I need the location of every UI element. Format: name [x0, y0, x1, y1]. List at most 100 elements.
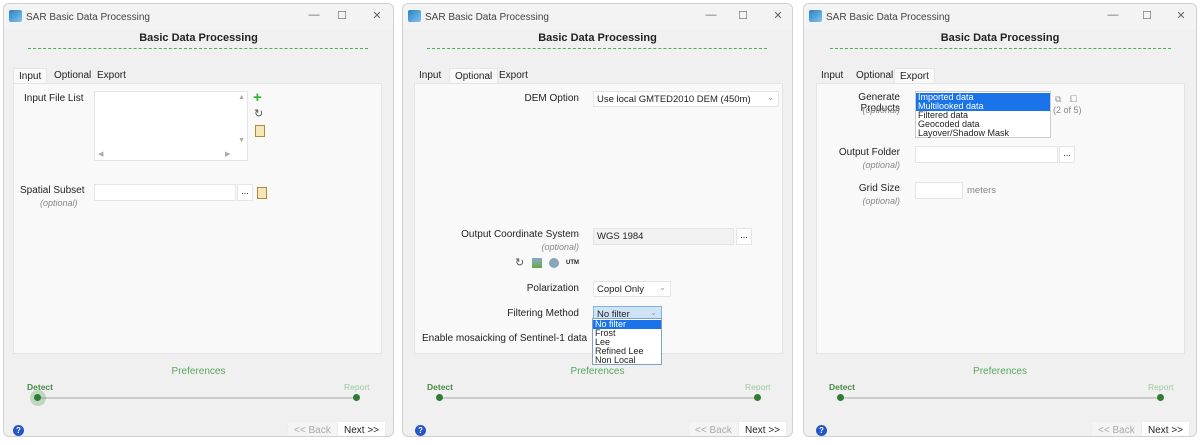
maximize-button[interactable]: ☐ [332, 9, 352, 22]
browse-button[interactable]: ... [736, 228, 752, 245]
spatial-subset-input[interactable] [94, 184, 236, 201]
utm-button[interactable]: UTM [566, 260, 579, 266]
step-report-dot[interactable] [353, 394, 360, 401]
clipboard-icon[interactable] [255, 125, 265, 137]
page-title: Basic Data Processing [139, 32, 258, 44]
step-report-dot[interactable] [754, 394, 761, 401]
back-button[interactable]: << Back [287, 421, 338, 436]
preferences-link[interactable]: Preferences [4, 366, 393, 377]
input-file-list[interactable]: ▲ ▼ ◀ ▶ [94, 91, 248, 161]
map-icon[interactable] [532, 258, 542, 268]
optional-hint: (optional) [862, 196, 900, 206]
next-button[interactable]: Next >> [1141, 421, 1191, 436]
grid-size-label: Grid Size [858, 183, 900, 194]
refresh-icon[interactable]: ↻ [254, 107, 263, 120]
tab-optional[interactable]: Optional [851, 68, 898, 84]
globe-icon[interactable] [549, 258, 559, 268]
scroll-right-icon[interactable]: ▶ [225, 150, 230, 158]
tab-optional[interactable]: Optional [449, 68, 499, 84]
filtering-method-label: Filtering Method [507, 308, 579, 319]
tab-input[interactable]: Input [13, 68, 48, 84]
preferences-link[interactable]: Preferences [403, 366, 792, 377]
chevron-down-icon: ⌄ [659, 283, 666, 292]
chevron-down-icon: ⌄ [767, 93, 774, 102]
dem-option-select[interactable]: Use local GMTED2010 DEM (450m) ⌄ [593, 91, 779, 107]
browse-button[interactable]: ... [1059, 146, 1075, 163]
step-detect-dot[interactable] [837, 394, 844, 401]
select-all-icon[interactable]: ⧉ [1055, 94, 1061, 105]
preferences-link[interactable]: Preferences [804, 366, 1196, 377]
selected-count: (2 of 5) [1053, 105, 1082, 115]
polarization-label: Polarization [526, 283, 579, 294]
grid-size-input[interactable] [915, 182, 963, 199]
output-coordinate-system-field[interactable]: WGS 1984 [593, 228, 734, 245]
tab-export[interactable]: Export [92, 68, 131, 84]
scroll-left-icon[interactable]: ◀ [98, 150, 103, 158]
close-button[interactable]: ✕ [768, 9, 788, 22]
step-report-label: Report [1148, 382, 1174, 392]
input-file-list-label: Input File List [24, 93, 84, 104]
chevron-down-icon: ⌄ [650, 308, 657, 317]
window-optional: SAR Basic Data Processing — ☐ ✕ Basic Da… [402, 3, 793, 437]
back-button[interactable]: << Back [688, 421, 739, 436]
output-coordinate-system-label: Output Coordinate System [461, 229, 579, 240]
page-title: Basic Data Processing [538, 32, 657, 44]
divider [28, 48, 368, 49]
help-icon[interactable]: ? [13, 425, 24, 436]
app-logo-icon [809, 10, 822, 22]
tab-export[interactable]: Export [494, 68, 533, 84]
app-logo-icon [9, 10, 22, 22]
add-icon[interactable]: + [253, 89, 262, 106]
step-detect-dot[interactable] [436, 394, 443, 401]
deselect-all-icon[interactable]: ⧠ [1070, 94, 1077, 105]
tab-input[interactable]: Input [816, 68, 848, 84]
grid-size-unit: meters [967, 185, 997, 196]
output-folder-input[interactable] [915, 146, 1058, 163]
polarization-select[interactable]: Copol Only ⌄ [593, 281, 671, 297]
output-folder-label: Output Folder [838, 147, 900, 158]
tab-input[interactable]: Input [414, 68, 446, 84]
optional-hint: (optional) [862, 160, 900, 170]
tab-optional[interactable]: Optional [49, 68, 96, 84]
divider [427, 48, 767, 49]
help-icon[interactable]: ? [816, 425, 827, 436]
step-report-label: Report [344, 382, 370, 392]
clipboard-icon[interactable] [257, 187, 267, 199]
app-logo-icon [408, 10, 421, 22]
dem-option-value: Use local GMTED2010 DEM (450m) [597, 94, 751, 105]
optional-hint: (optional) [541, 242, 579, 252]
list-item[interactable]: Layover/Shadow Mask [916, 129, 1050, 138]
window-title: SAR Basic Data Processing [425, 12, 549, 23]
minimize-button[interactable]: — [701, 9, 721, 21]
polarization-value: Copol Only [597, 284, 644, 295]
refresh-icon[interactable]: ↻ [515, 256, 524, 269]
page-title: Basic Data Processing [940, 32, 1060, 44]
close-button[interactable]: ✕ [367, 9, 387, 22]
tab-panel: Input File List ▲ ▼ ◀ ▶ + ↻ Spatial Subs… [13, 83, 382, 354]
close-button[interactable]: ✕ [1171, 9, 1191, 22]
optional-hint: (optional) [40, 198, 78, 208]
back-button[interactable]: << Back [1091, 421, 1142, 436]
step-report-dot[interactable] [1157, 394, 1164, 401]
dropdown-option[interactable]: Non Local [593, 356, 661, 365]
step-detect-dot[interactable] [34, 394, 41, 401]
filtering-method-dropdown[interactable]: No filter Frost Lee Refined Lee Non Loca… [592, 318, 662, 365]
progress-track [38, 397, 356, 399]
next-button[interactable]: Next >> [337, 421, 387, 436]
window-title: SAR Basic Data Processing [826, 12, 950, 23]
maximize-button[interactable]: ☐ [1137, 9, 1157, 22]
enable-mosaicking-label: Enable mosaicking of Sentinel-1 data [422, 333, 588, 344]
scroll-up-icon[interactable]: ▲ [238, 94, 245, 101]
tab-panel: Generate Products (optional) Imported da… [816, 83, 1185, 354]
minimize-button[interactable]: — [304, 9, 324, 21]
help-icon[interactable]: ? [415, 425, 426, 436]
tab-export[interactable]: Export [894, 68, 935, 84]
maximize-button[interactable]: ☐ [733, 9, 753, 22]
step-report-label: Report [745, 382, 771, 392]
minimize-button[interactable]: — [1103, 9, 1123, 21]
scroll-down-icon[interactable]: ▼ [238, 137, 245, 144]
next-button[interactable]: Next >> [738, 421, 788, 436]
products-listbox[interactable]: Imported data Multilooked data Filtered … [915, 91, 1051, 138]
browse-button[interactable]: ... [237, 184, 253, 201]
step-detect-label: Detect [829, 382, 855, 392]
